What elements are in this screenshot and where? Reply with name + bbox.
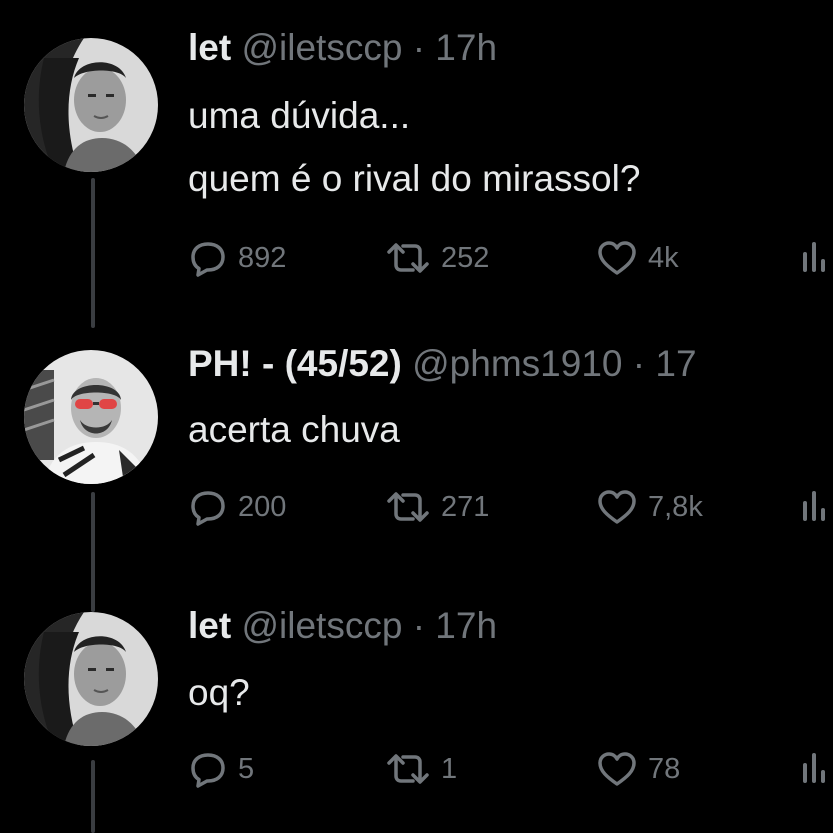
separator-dot: · — [632, 343, 646, 384]
views-button[interactable] — [800, 747, 830, 791]
retweet-count: 1 — [441, 752, 458, 785]
user-handle[interactable]: @iletsccp — [241, 605, 402, 646]
retweet-arrows-icon — [385, 749, 431, 789]
views-button[interactable] — [800, 485, 830, 529]
separator-dot: · — [412, 605, 426, 646]
timestamp[interactable]: 17 — [655, 343, 696, 384]
display-name[interactable]: let — [188, 605, 231, 646]
like-count: 78 — [648, 752, 681, 785]
like-button[interactable]: 4k — [596, 236, 679, 280]
retweet-button[interactable]: 1 — [385, 747, 457, 791]
tweet-text-line: uma dúvida... — [188, 95, 411, 136]
like-count: 4k — [648, 241, 679, 274]
separator-dot: · — [412, 27, 426, 68]
reply-count: 892 — [238, 241, 287, 274]
display-name[interactable]: PH! - (45/52) — [188, 343, 402, 384]
retweet-arrows-icon — [385, 487, 431, 527]
reply-count: 5 — [238, 752, 255, 785]
avatar[interactable] — [24, 612, 158, 746]
reply-button[interactable]: 5 — [188, 747, 254, 791]
tweet[interactable]: PH! - (45/52) @phms1910 · 17 acerta chuv… — [0, 300, 833, 590]
speech-bubble-icon — [188, 487, 228, 527]
heart-icon — [596, 238, 638, 278]
avatar[interactable] — [24, 38, 158, 172]
heart-icon — [596, 487, 638, 527]
retweet-count: 252 — [441, 241, 490, 274]
bar-chart-icon — [800, 238, 830, 278]
user-handle[interactable]: @phms1910 — [412, 343, 622, 384]
reply-button[interactable]: 200 — [188, 485, 286, 529]
like-button[interactable]: 7,8k — [596, 485, 703, 529]
timestamp[interactable]: 17h — [435, 605, 497, 646]
tweet-header: let @iletsccp · 17h — [188, 604, 497, 648]
like-button[interactable]: 78 — [596, 747, 680, 791]
retweet-button[interactable]: 252 — [385, 236, 489, 280]
reply-button[interactable]: 892 — [188, 236, 286, 280]
views-button[interactable] — [800, 236, 830, 280]
timestamp[interactable]: 17h — [435, 27, 497, 68]
woman-curly-hair-avatar-icon — [24, 612, 158, 746]
speech-bubble-icon — [188, 749, 228, 789]
bar-chart-icon — [800, 487, 830, 527]
tweet-text-line: oq? — [188, 672, 250, 713]
woman-curly-hair-avatar-icon — [24, 38, 158, 172]
tweet-header: let @iletsccp · 17h — [188, 26, 497, 70]
bar-chart-icon — [800, 749, 830, 789]
tweet[interactable]: let @iletsccp · 17h uma dúvida... quem é… — [0, 0, 833, 300]
heart-icon — [596, 749, 638, 789]
tweet-header: PH! - (45/52) @phms1910 · 17 — [188, 342, 697, 386]
action-bar: 200 271 7,8k — [188, 485, 833, 529]
like-count: 7,8k — [648, 490, 703, 523]
retweet-button[interactable]: 271 — [385, 485, 489, 529]
reply-count: 200 — [238, 490, 287, 523]
man-red-sunglasses-avatar-icon — [24, 350, 158, 484]
tweet[interactable]: let @iletsccp · 17h oq? 5 1 78 — [0, 590, 833, 833]
retweet-arrows-icon — [385, 238, 431, 278]
retweet-count: 271 — [441, 490, 490, 523]
action-bar: 5 1 78 — [188, 747, 833, 791]
action-bar: 892 252 4k — [188, 236, 833, 280]
user-handle[interactable]: @iletsccp — [241, 27, 402, 68]
display-name[interactable]: let — [188, 27, 231, 68]
tweet-text-line: quem é o rival do mirassol? — [188, 158, 641, 199]
avatar[interactable] — [24, 350, 158, 484]
tweet-text-line: acerta chuva — [188, 409, 400, 450]
speech-bubble-icon — [188, 238, 228, 278]
